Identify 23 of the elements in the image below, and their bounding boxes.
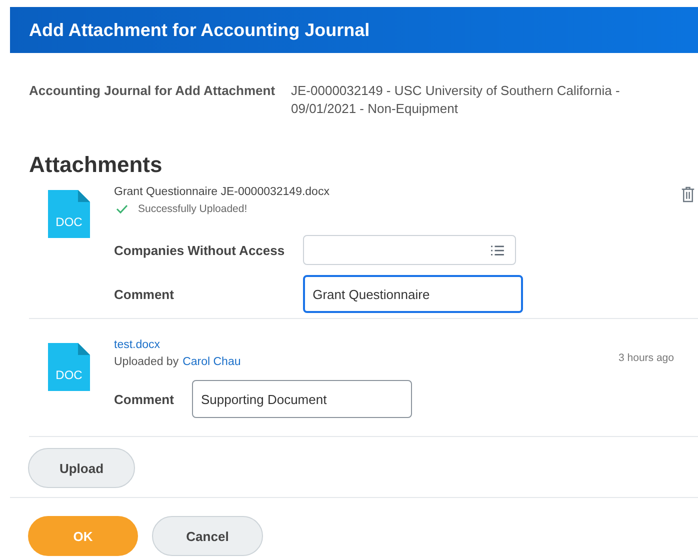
comment-field[interactable]: Grant Questionnaire [302,275,523,313]
check-icon [116,204,128,214]
upload-button[interactable]: Upload [28,448,135,488]
page-title: Add Attachment for Accounting Journal [29,20,370,40]
field-label: Comment [114,286,175,302]
prompt-field[interactable] [302,235,516,265]
cancel-button[interactable]: Cancel [152,516,263,556]
journal-value: JE-0000032149 - USC University of Southern California - 09/01/2021 - Non-Equipment [291,82,621,118]
file-link[interactable]: test.docx [114,339,619,351]
timestamp: 3 hours ago [618,352,674,364]
document-icon: DOC [48,343,90,391]
field-label: Accounting Journal for Add Attachment [29,82,276,100]
list-icon[interactable] [490,244,505,256]
document-icon: DOC [48,190,90,238]
field-label: Comment [114,392,174,406]
file-name: Grant Questionnaire JE-0000032149.docx [114,186,330,198]
user-link[interactable]: Carol Chau [182,356,241,368]
field-label: Companies Without Access [114,242,285,258]
trash-icon[interactable] [681,186,695,203]
upload-status: Successfully Uploaded! [138,203,248,215]
comment-field[interactable]: Supporting Document [192,380,412,418]
uploaded-by-label: Uploaded by [114,356,179,368]
section-title: Attachments [28,151,164,178]
